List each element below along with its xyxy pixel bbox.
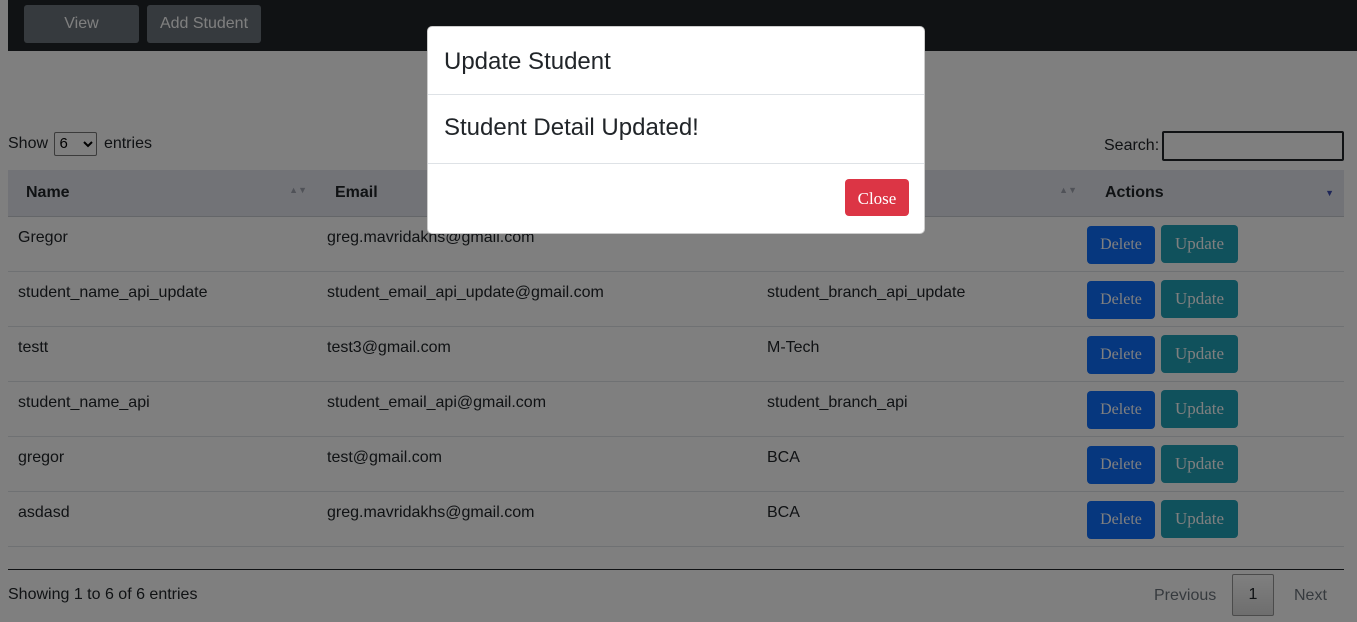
close-button[interactable]: Close [845, 179, 909, 216]
modal-footer: Close [428, 164, 924, 234]
update-student-modal: Update Student Student Detail Updated! C… [427, 26, 925, 234]
modal-message: Student Detail Updated! [428, 95, 924, 164]
modal-title: Update Student [428, 27, 924, 95]
